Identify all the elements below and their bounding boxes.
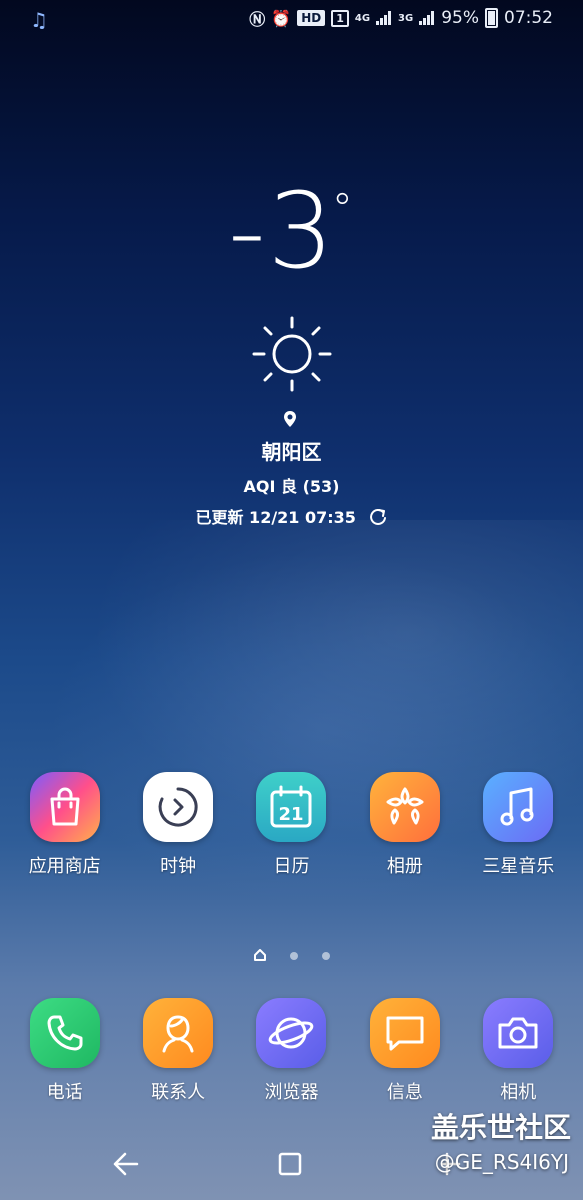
status-bar: ♫ Ⓝ ⏰ HD 1 4G 3G 95% 07:52 bbox=[0, 0, 583, 38]
app-label: 日历 bbox=[273, 856, 310, 877]
page-indicator[interactable] bbox=[0, 946, 583, 965]
signal-icon-2 bbox=[419, 11, 435, 25]
app-label: 信息 bbox=[386, 1082, 423, 1103]
home-page-icon[interactable] bbox=[253, 946, 266, 965]
temperature-value: -3 bbox=[228, 170, 336, 292]
updated-text: 已更新 12/21 07:35 bbox=[195, 508, 356, 527]
refresh-icon[interactable] bbox=[368, 507, 388, 531]
message-icon[interactable] bbox=[369, 998, 440, 1068]
shopping-bag-icon[interactable] bbox=[29, 772, 100, 842]
page-dot[interactable] bbox=[321, 951, 330, 960]
app-label: 三星音乐 bbox=[482, 856, 555, 877]
app-label: 时钟 bbox=[160, 856, 197, 877]
battery-percent: 95% bbox=[441, 8, 479, 28]
app-samsung-music[interactable]: 三星音乐 bbox=[468, 772, 568, 878]
page-dot[interactable] bbox=[289, 951, 298, 960]
dock: 电话 联系人 浏览器 信息 相机 bbox=[0, 998, 583, 1104]
app-gallery[interactable]: 相册 bbox=[355, 772, 455, 878]
flower-icon[interactable] bbox=[369, 772, 440, 842]
app-browser[interactable]: 浏览器 bbox=[241, 998, 341, 1104]
app-calendar[interactable]: 21 日历 bbox=[241, 772, 341, 878]
sim-badge: 1 bbox=[331, 9, 349, 27]
location-name: 朝阳区 bbox=[261, 440, 322, 464]
app-messages[interactable]: 信息 bbox=[355, 998, 455, 1104]
app-contacts[interactable]: 联系人 bbox=[128, 998, 228, 1104]
app-label: 联系人 bbox=[151, 1082, 206, 1103]
app-label: 相机 bbox=[500, 1082, 537, 1103]
location-pin-icon bbox=[283, 410, 297, 432]
app-clock[interactable]: 时钟 bbox=[128, 772, 228, 878]
home-square-icon bbox=[278, 1152, 302, 1176]
degree-symbol: ° bbox=[331, 184, 355, 233]
calendar-icon[interactable]: 21 bbox=[256, 772, 327, 842]
alarm-icon: ⏰ bbox=[271, 8, 292, 28]
music-icon[interactable] bbox=[483, 772, 554, 842]
app-label: 相册 bbox=[386, 856, 423, 877]
planet-icon[interactable] bbox=[256, 998, 327, 1068]
app-galaxy-store[interactable]: 应用商店 bbox=[15, 772, 115, 878]
camera-icon[interactable] bbox=[483, 998, 554, 1068]
signal-icon bbox=[376, 11, 392, 25]
sun-icon bbox=[250, 316, 334, 396]
back-arrow-icon bbox=[113, 1152, 139, 1176]
hd-badge: HD bbox=[297, 10, 326, 26]
app-camera[interactable]: 相机 bbox=[468, 998, 568, 1104]
app-row: 应用商店 时钟 21 日历 相册 三星音乐 bbox=[0, 772, 583, 878]
network-type-1: 4G bbox=[354, 12, 371, 24]
updated-row: 已更新 12/21 07:35 bbox=[0, 504, 583, 531]
app-label: 浏览器 bbox=[264, 1082, 319, 1103]
watermark-handle: @GE_RS4I6YJ bbox=[434, 1150, 569, 1174]
contact-icon[interactable] bbox=[143, 998, 214, 1068]
clock-icon[interactable] bbox=[143, 772, 214, 842]
phone-icon[interactable] bbox=[29, 998, 100, 1068]
app-phone[interactable]: 电话 bbox=[15, 998, 115, 1104]
back-button[interactable] bbox=[106, 1148, 146, 1180]
network-type-2: 3G bbox=[398, 12, 414, 24]
app-label: 电话 bbox=[46, 1082, 83, 1103]
battery-icon bbox=[485, 8, 498, 28]
music-note-icon: ♫ bbox=[30, 8, 48, 32]
clock-time: 07:52 bbox=[504, 8, 553, 28]
aqi-text: AQI 良 (53) bbox=[243, 477, 340, 496]
app-label: 应用商店 bbox=[28, 856, 101, 877]
nfc-icon: Ⓝ bbox=[249, 10, 266, 29]
temperature[interactable]: -3° bbox=[0, 170, 583, 292]
calendar-day: 21 bbox=[279, 804, 304, 825]
watermark-title: 盖乐世社区 bbox=[430, 1111, 571, 1144]
home-button[interactable] bbox=[270, 1148, 310, 1180]
